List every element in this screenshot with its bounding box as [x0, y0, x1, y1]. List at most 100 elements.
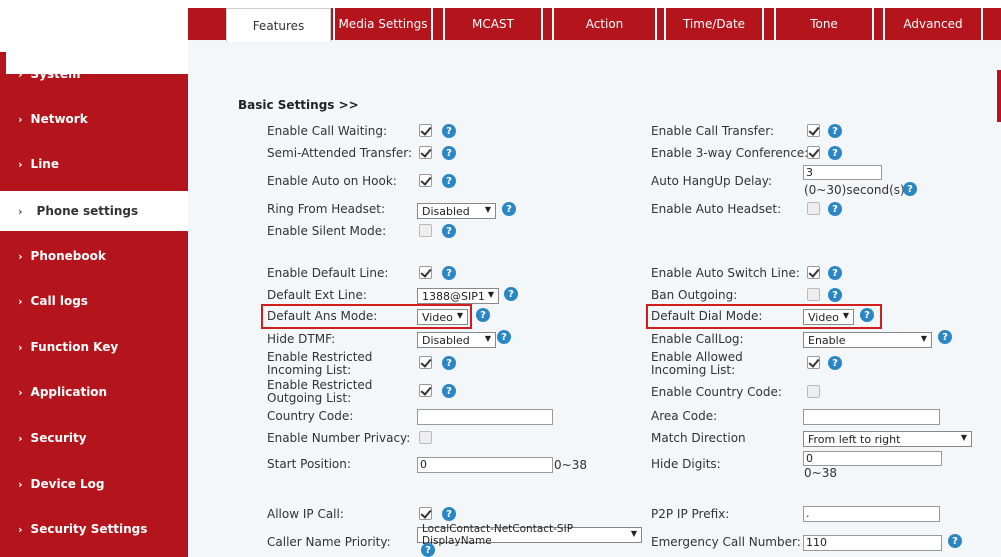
auto-on-hook-label: Enable Auto on Hook:	[267, 174, 397, 188]
restricted-incoming-label: Enable Restricted Incoming List:	[267, 350, 373, 377]
help-icon[interactable]: ?	[828, 146, 842, 160]
start-position-range: 0~38	[554, 458, 587, 472]
default-line-label: Enable Default Line:	[267, 266, 389, 280]
allowed-incoming-checkbox[interactable]	[807, 356, 820, 369]
hide-digits-input[interactable]: 0	[803, 451, 942, 466]
hide-dtmf-select[interactable]: Disabled ▼	[417, 332, 496, 348]
caller-name-priority-select[interactable]: LocalContact-NetContact-SIP DisplayName ▼	[417, 523, 642, 547]
semi-attended-label: Semi-Attended Transfer:	[267, 146, 413, 160]
sidebar-item-label: Security Settings	[30, 522, 148, 536]
tab-action[interactable]: Action	[552, 8, 657, 40]
help-icon[interactable]: ?	[828, 356, 842, 370]
chevron-right-icon: ›	[18, 385, 23, 399]
silent-mode-checkbox[interactable]	[419, 224, 432, 237]
help-icon[interactable]: ?	[442, 266, 456, 280]
call-transfer-checkbox[interactable]	[807, 124, 820, 137]
default-ext-select[interactable]: 1388@SIP1 ▼	[417, 288, 499, 304]
chevron-right-icon: ›	[18, 431, 23, 445]
country-code-enable-checkbox[interactable]	[807, 385, 820, 398]
sidebar-item-network[interactable]: › Network	[0, 100, 188, 138]
start-position-input[interactable]: 0	[417, 457, 553, 473]
auto-hangup-input[interactable]: 3	[803, 165, 882, 180]
help-icon[interactable]: ?	[497, 330, 511, 344]
tab-features[interactable]: Features	[226, 8, 331, 42]
calllog-select[interactable]: Enable ▼	[803, 332, 932, 348]
help-icon[interactable]: ?	[828, 266, 842, 280]
auto-hangup-label: Auto HangUp Delay:	[651, 174, 773, 188]
help-icon[interactable]: ?	[828, 124, 842, 138]
auto-headset-checkbox[interactable]	[807, 202, 820, 215]
tab-label: Media Settings	[338, 17, 428, 31]
help-icon[interactable]: ?	[502, 202, 516, 216]
help-icon[interactable]: ?	[860, 308, 874, 322]
help-icon[interactable]: ?	[442, 146, 456, 160]
dropdown-arrow-icon: ▼	[484, 205, 491, 214]
three-way-checkbox[interactable]	[807, 146, 820, 159]
allow-ip-checkbox[interactable]	[419, 507, 432, 520]
tab-time-date[interactable]: Time/Date	[664, 8, 764, 40]
sidebar-item-phone-settings[interactable]: › Phone settings	[0, 191, 188, 231]
auto-on-hook-checkbox[interactable]	[419, 174, 432, 187]
sidebar-item-function-key[interactable]: › Function Key	[0, 328, 188, 366]
allowed-incoming-label: Enable Allowed Incoming List:	[651, 350, 743, 377]
help-icon[interactable]: ?	[442, 124, 456, 138]
auto-switch-checkbox[interactable]	[807, 266, 820, 279]
help-icon[interactable]: ?	[442, 224, 456, 238]
p2p-prefix-input[interactable]: .	[803, 506, 940, 522]
sidebar-item-phonebook[interactable]: › Phonebook	[0, 237, 188, 275]
country-code-enable-label: Enable Country Code:	[651, 385, 782, 399]
help-icon[interactable]: ?	[504, 287, 518, 301]
sidebar-item-label: Call logs	[30, 294, 88, 308]
select-value: From left to right	[808, 432, 901, 446]
match-direction-select[interactable]: From left to right ▼	[803, 431, 972, 447]
help-icon[interactable]: ?	[948, 534, 962, 548]
ring-headset-select[interactable]: Disabled ▼	[417, 203, 496, 219]
area-code-input[interactable]	[803, 409, 940, 425]
help-icon[interactable]: ?	[442, 507, 456, 521]
restricted-outgoing-checkbox[interactable]	[419, 384, 432, 397]
sidebar-item-security-settings[interactable]: › Security Settings	[0, 510, 188, 548]
emergency-input[interactable]: 110	[803, 535, 942, 551]
restricted-incoming-checkbox[interactable]	[419, 356, 432, 369]
country-code-input[interactable]	[417, 409, 553, 425]
default-line-checkbox[interactable]	[419, 266, 432, 279]
call-waiting-checkbox[interactable]	[419, 124, 432, 137]
sidebar-item-label: Application	[30, 385, 108, 399]
help-icon[interactable]: ?	[476, 308, 490, 322]
default-ans-select[interactable]: Video ▼	[417, 309, 468, 325]
chevron-right-icon: ›	[18, 477, 23, 491]
ban-outgoing-label: Ban Outgoing:	[651, 288, 738, 302]
default-dial-select[interactable]: Video ▼	[803, 309, 854, 325]
tab-label: Advanced	[903, 17, 963, 31]
sidebar-item-label: Network	[30, 112, 88, 126]
help-icon[interactable]: ?	[938, 330, 952, 344]
help-icon[interactable]: ?	[442, 174, 456, 188]
sidebar-item-line[interactable]: › Line	[0, 145, 188, 183]
tab-advanced[interactable]: Advanced	[883, 8, 983, 40]
allow-ip-label: Allow IP Call:	[267, 507, 344, 521]
sidebar-item-application[interactable]: › Application	[0, 373, 188, 411]
sidebar-item-label: Security	[30, 431, 87, 445]
help-icon[interactable]: ?	[828, 288, 842, 302]
help-icon[interactable]: ?	[828, 202, 842, 216]
sidebar-item-security[interactable]: › Security	[0, 419, 188, 457]
help-icon[interactable]: ?	[442, 356, 456, 370]
sidebar-item-device-log[interactable]: › Device Log	[0, 465, 188, 503]
tab-media-settings[interactable]: Media Settings	[333, 8, 433, 40]
number-privacy-checkbox[interactable]	[419, 431, 432, 444]
semi-attended-checkbox[interactable]	[419, 146, 432, 159]
help-icon[interactable]: ?	[421, 543, 435, 557]
tab-mcast[interactable]: MCAST	[443, 8, 543, 40]
select-value: Video	[422, 310, 453, 324]
tab-tone[interactable]: Tone	[774, 8, 874, 40]
select-value: 1388@SIP1	[422, 289, 485, 303]
sidebar-item-label: Function Key	[30, 340, 119, 354]
hide-digits-range: 0~38	[804, 466, 837, 480]
sidebar-item-system[interactable]: › System	[0, 55, 188, 93]
sidebar-item-call-logs[interactable]: › Call logs	[0, 282, 188, 320]
ban-outgoing-checkbox[interactable]	[807, 288, 820, 301]
help-icon[interactable]: ?	[903, 182, 917, 196]
help-icon[interactable]: ?	[442, 384, 456, 398]
sidebar-item-label: System	[30, 67, 81, 81]
hide-dtmf-label: Hide DTMF:	[267, 332, 336, 346]
